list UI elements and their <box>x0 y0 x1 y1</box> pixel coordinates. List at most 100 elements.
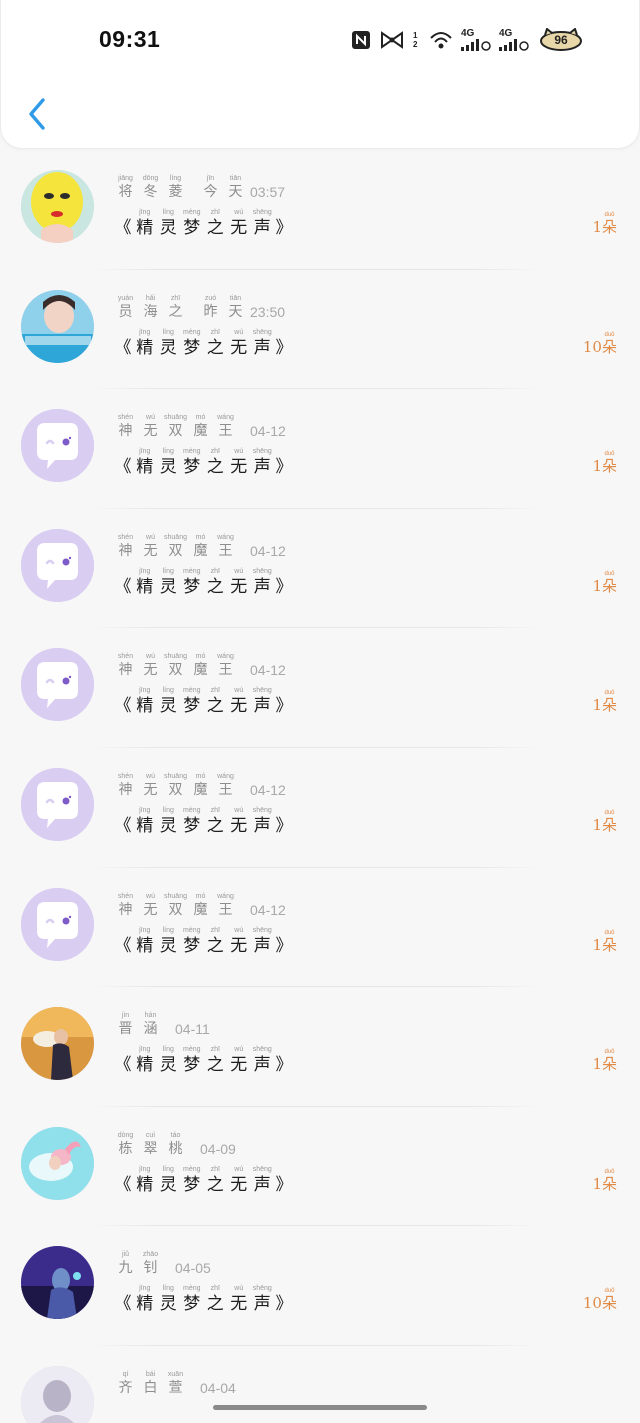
book-title: 《 jīng 精 líng 灵 mèng 梦 zhī 之 wú 无 shēng 声》 <box>113 1045 294 1076</box>
sender-name-char: mó 魔 <box>188 772 213 799</box>
pinyin-annotation: shuāng <box>164 533 187 541</box>
list-item[interactable]: shén 神 wú 无 shuāng 双 mó 魔 wáng 王 04-12 《 jīng 精 líng 灵 m… <box>0 509 640 629</box>
title-char: zhī 之 <box>204 567 228 598</box>
timestamp: 03:57 <box>250 184 286 200</box>
hanzi-char: 灵 <box>159 1294 177 1315</box>
pinyin-annotation: líng <box>162 209 174 216</box>
hanzi-char: 灵 <box>159 337 177 358</box>
count-unit: duǒ 朵 <box>601 1049 617 1074</box>
back-button[interactable] <box>23 94 51 134</box>
avatar[interactable] <box>21 887 94 961</box>
hanzi-char: 无 <box>143 662 158 679</box>
list-item[interactable]: qí 齐 bái 白 xuān 萱 04-04 <box>0 1346 640 1423</box>
pinyin-annotation: zhāo <box>142 1251 159 1259</box>
book-title: 《 jīng 精 líng 灵 mèng 梦 zhī 之 wú 无 shēng 声》 <box>113 447 294 478</box>
count-unit: duǒ 朵 <box>601 1168 617 1193</box>
avatar[interactable] <box>21 409 94 483</box>
hanzi-char: 魔 <box>193 781 208 798</box>
hanzi-char: 梦 <box>183 1055 201 1076</box>
avatar[interactable] <box>21 170 94 243</box>
sender-name-char: bái 白 <box>138 1370 163 1397</box>
hanzi-char: 灵 <box>159 457 177 478</box>
pinyin-annotation: zhī <box>210 926 220 934</box>
title-char: jīng 精 <box>133 926 157 957</box>
hanzi-char: 精 <box>136 457 154 478</box>
list-item[interactable]: yuán 员 hǎi 海 zhī 之 zuó 昨 tiān 天 23:50 《 jīng 精 líng 灵 mè… <box>0 270 640 390</box>
count-unit: duǒ 朵 <box>601 331 617 356</box>
count-unit: duǒ 朵 <box>601 451 617 476</box>
title-char: shēng 声 <box>251 1045 275 1076</box>
hanzi-char: 天 <box>228 184 243 200</box>
title-bracket-close: 》 <box>275 218 293 238</box>
pinyin-annotation: shēng <box>252 1165 272 1173</box>
pinyin-annotation: mèng <box>182 926 201 934</box>
pinyin-annotation: mó <box>195 533 206 541</box>
avatar[interactable] <box>21 528 94 602</box>
title-char: wú 无 <box>227 806 251 837</box>
flower-count: 1 duǒ 朵 <box>592 571 617 595</box>
pinyin-annotation: shén <box>117 414 134 422</box>
avatar[interactable] <box>21 767 94 841</box>
sender-name-char: zhāo 钊 <box>138 1250 163 1277</box>
pinyin-annotation: wú <box>234 209 244 216</box>
hanzi-char: 精 <box>136 1055 154 1076</box>
avatar[interactable] <box>21 289 94 363</box>
sender-line: jiāng 将 dōng 冬 líng 菱 jīn 今 tiān 天 03:57 <box>113 174 285 201</box>
avatar[interactable] <box>21 648 94 722</box>
home-indicator[interactable] <box>213 1405 427 1410</box>
title-bracket-open: 《 <box>114 815 132 836</box>
hanzi-char: 之 <box>168 303 183 320</box>
count-number: 1 <box>592 457 602 476</box>
pinyin-annotation: zhī <box>210 1046 220 1054</box>
flower-count: 1 duǒ 朵 <box>592 1049 617 1073</box>
list-item[interactable]: dòng 栋 cuì 翠 táo 桃 04-09 《 jīng 精 líng 灵 mèng 梦 zhī 之 wú… <box>0 1107 640 1227</box>
avatar[interactable] <box>21 1007 94 1081</box>
list-item[interactable]: shén 神 wú 无 shuāng 双 mó 魔 wáng 王 04-12 《 jīng 精 líng 灵 m… <box>0 748 640 868</box>
hanzi-char: 神 <box>118 781 133 798</box>
pinyin-annotation: wú <box>234 448 244 456</box>
pinyin-annotation: shuāng <box>164 653 187 661</box>
hanzi-char: 无 <box>230 1174 248 1195</box>
sender-line: jìn 晋 hán 涵 04-11 <box>113 1011 210 1038</box>
pinyin-annotation: wú <box>146 414 155 422</box>
title-char: mèng 梦 <box>180 926 204 957</box>
hanzi-char: 双 <box>168 662 183 679</box>
sender-name-char: wáng 王 <box>213 413 238 440</box>
count-number: 1 <box>592 1055 602 1074</box>
avatar[interactable] <box>21 1126 94 1200</box>
list-item[interactable]: jiāng 将 dōng 冬 líng 菱 jīn 今 tiān 天 03:57 《 jīng 精 líng… <box>0 150 640 270</box>
avatar[interactable] <box>21 1365 94 1423</box>
timestamp: 04-12 <box>250 662 286 679</box>
list-item[interactable]: jìn 晋 hán 涵 04-11 《 jīng 精 líng 灵 mèng 梦 zhī 之 wú 无 shēn… <box>0 987 640 1107</box>
sender-name-char: shén 神 <box>113 772 138 799</box>
list-item[interactable]: shén 神 wú 无 shuāng 双 mó 魔 wáng 王 04-12 《 jīng 精 líng 灵 m… <box>0 389 640 509</box>
title-char: zhī 之 <box>204 208 228 239</box>
title-char: jīng 精 <box>133 1045 157 1076</box>
list-item[interactable]: shén 神 wú 无 shuāng 双 mó 魔 wáng 王 04-12 《 jīng 精 líng 灵 m… <box>0 628 640 748</box>
title-bracket-close: 》 <box>275 1174 293 1195</box>
hanzi-char: 声 <box>253 935 271 956</box>
title-char: shēng 声 <box>251 686 275 717</box>
title-bracket-open: 《 <box>114 337 132 358</box>
hanzi-char: 精 <box>136 696 154 717</box>
list-item[interactable]: jiǔ 九 zhāo 钊 04-05 《 jīng 精 líng 灵 mèng 梦 zhī 之 wú 无 shē… <box>0 1226 640 1346</box>
list-item[interactable]: shén 神 wú 无 shuāng 双 mó 魔 wáng 王 04-12 《 jīng 精 líng 灵 m… <box>0 868 640 988</box>
pinyin-annotation: líng <box>162 1165 174 1173</box>
title-char: wú 无 <box>227 208 251 239</box>
hanzi-char: 无 <box>230 815 248 836</box>
sender-name-char: jìn 晋 <box>113 1011 138 1038</box>
pinyin-annotation: yuán <box>117 294 134 302</box>
hanzi-char: 双 <box>168 901 183 918</box>
sender-line: shén 神 wú 无 shuāng 双 mó 魔 wáng 王 04-12 <box>113 413 286 440</box>
hanzi-char: 梦 <box>183 696 201 717</box>
cat-battery-icon: 96 <box>537 28 585 52</box>
sender-name-char: shuāng 双 <box>163 533 188 560</box>
hanzi-char: 魔 <box>193 662 208 679</box>
status-time: 09:31 <box>99 26 161 52</box>
avatar[interactable] <box>21 1246 94 1320</box>
sender-name-char: hǎi 海 <box>138 294 163 321</box>
title-bracket-open: 《 <box>114 1294 132 1315</box>
sender-name-char: mó 魔 <box>188 533 213 560</box>
count-number: 10 <box>582 337 602 356</box>
sender-name-char: wú 无 <box>138 652 163 679</box>
